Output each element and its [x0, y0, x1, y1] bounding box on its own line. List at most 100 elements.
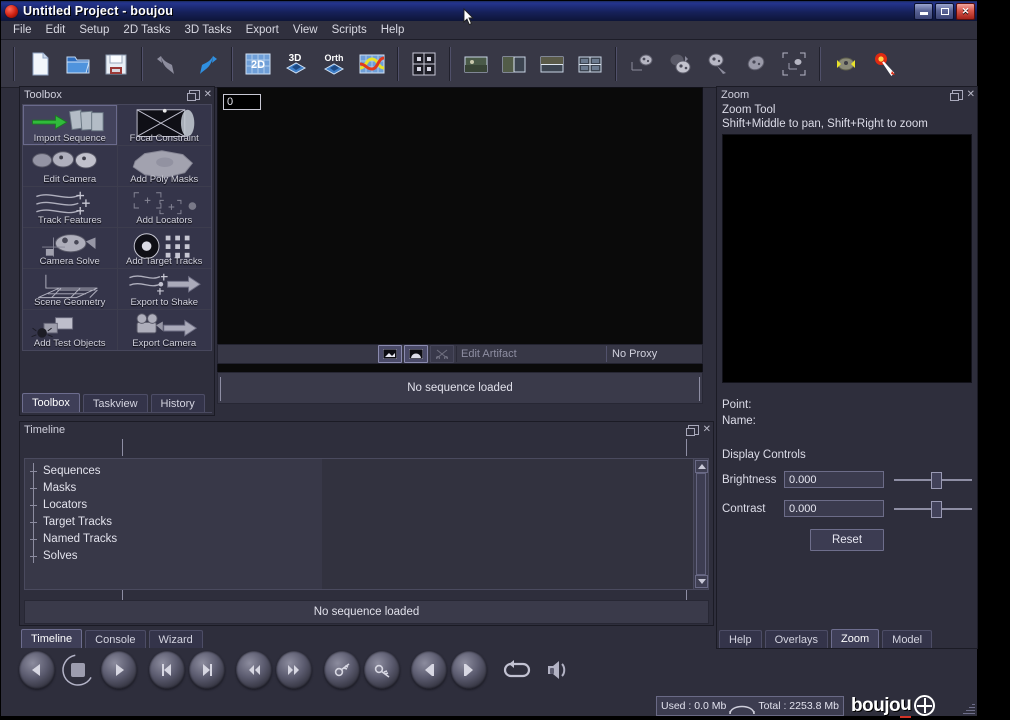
toolbox-cell-export-camera[interactable]: Export Camera — [117, 310, 211, 350]
float-panel-icon[interactable] — [685, 424, 699, 436]
menu-2d-tasks[interactable]: 2D Tasks — [116, 23, 177, 37]
timeline-ruler[interactable] — [24, 438, 709, 458]
timeline-node-solves[interactable]: Solves — [29, 548, 322, 565]
timeline-tree[interactable]: Sequences Masks Locators Target Tracks N… — [25, 459, 322, 589]
tab-history[interactable]: History — [150, 394, 205, 412]
redo-icon[interactable] — [189, 46, 223, 82]
view-3d-icon[interactable]: 3D — [279, 46, 313, 82]
toolbox-cell-track-features[interactable]: Track Features — [23, 187, 117, 227]
grid-layout-icon[interactable] — [407, 46, 441, 82]
next-key-button[interactable] — [363, 651, 400, 689]
contrast-input[interactable]: 0.000 — [784, 500, 884, 517]
timeline-node-target-tracks[interactable]: Target Tracks — [29, 514, 322, 531]
tab-toolbox[interactable]: Toolbox — [22, 393, 80, 412]
jump-start-button[interactable] — [236, 651, 273, 689]
tab-model[interactable]: Model — [882, 630, 933, 648]
save-floppy-icon[interactable] — [99, 46, 133, 82]
next-marker-button[interactable] — [451, 651, 488, 689]
step-back-button[interactable] — [148, 651, 185, 689]
toolbox-cell-import-sequence[interactable]: Import Sequence — [23, 105, 117, 145]
toolbox-cell-edit-camera[interactable]: Edit Camera — [23, 146, 117, 186]
scrollbar-thumb[interactable] — [696, 473, 706, 575]
artifact-cut-icon[interactable] — [430, 345, 454, 363]
menu-edit[interactable]: Edit — [39, 23, 73, 37]
edit-artifact-field[interactable]: Edit Artifact — [456, 346, 606, 362]
view-orth-icon[interactable]: Orth — [317, 46, 351, 82]
close-button[interactable]: ✕ — [956, 2, 975, 20]
toolbox-cell-camera-solve[interactable]: Camera Solve — [23, 228, 117, 268]
proxy-selector[interactable]: No Proxy — [606, 346, 702, 362]
menu-scripts[interactable]: Scripts — [325, 23, 374, 37]
close-panel-icon[interactable]: ✕ — [703, 424, 711, 435]
resize-grip[interactable] — [963, 702, 975, 714]
menu-3d-tasks[interactable]: 3D Tasks — [178, 23, 239, 37]
track-camera-icon[interactable] — [829, 46, 863, 82]
brightness-slider[interactable] — [894, 471, 972, 489]
menu-help[interactable]: Help — [374, 23, 412, 37]
tab-help[interactable]: Help — [719, 630, 762, 648]
camera-solve-icon[interactable] — [625, 46, 659, 82]
toolbox-cell-add-target-tracks[interactable]: Add Target Tracks — [117, 228, 211, 268]
timeline-node-masks[interactable]: Masks — [29, 480, 322, 497]
frame-number-field[interactable]: 0 — [223, 94, 261, 110]
reset-button[interactable]: Reset — [810, 529, 884, 551]
new-file-icon[interactable] — [23, 46, 57, 82]
multi-camera-icon[interactable] — [663, 46, 697, 82]
loop-toggle-button[interactable] — [499, 651, 535, 689]
close-panel-icon[interactable]: ✕ — [967, 89, 975, 100]
pick-point-icon[interactable] — [867, 46, 901, 82]
undo-icon[interactable] — [151, 46, 185, 82]
view-2d-icon[interactable]: 2D — [241, 46, 275, 82]
scroll-up-arrow-icon[interactable] — [695, 460, 708, 473]
graph-view-icon[interactable] — [355, 46, 389, 82]
minimize-button[interactable] — [914, 2, 933, 20]
slider-knob[interactable] — [931, 501, 943, 518]
audio-toggle-button[interactable] — [539, 651, 575, 689]
jump-end-button[interactable] — [276, 651, 313, 689]
play-forward-button[interactable] — [101, 651, 138, 689]
tab-timeline[interactable]: Timeline — [21, 629, 83, 648]
close-panel-icon[interactable]: ✕ — [204, 89, 212, 100]
camera-frame-icon[interactable] — [777, 46, 811, 82]
timeline-vertical-scrollbar[interactable] — [693, 459, 708, 589]
prev-key-button[interactable] — [323, 651, 360, 689]
timeline-node-sequences[interactable]: Sequences — [29, 463, 322, 480]
float-panel-icon[interactable] — [186, 89, 200, 101]
image-toggle-icon[interactable] — [378, 345, 402, 363]
toolbox-cell-scene-geometry[interactable]: Scene Geometry — [23, 269, 117, 309]
camera-move-icon[interactable] — [701, 46, 735, 82]
tab-console[interactable]: Console — [85, 630, 146, 648]
timeline-node-locators[interactable]: Locators — [29, 497, 322, 514]
stop-button[interactable] — [59, 651, 97, 689]
layout-single-icon[interactable] — [459, 46, 493, 82]
toolbox-cell-export-to-shake[interactable]: Export to Shake — [117, 269, 211, 309]
toolbox-cell-add-locators[interactable]: Add Locators — [117, 187, 211, 227]
play-reverse-button[interactable] — [19, 651, 56, 689]
tab-taskview[interactable]: Taskview — [82, 394, 148, 412]
toolbox-cell-add-poly-masks[interactable]: Add Poly Masks — [117, 146, 211, 186]
slider-knob[interactable] — [931, 472, 943, 489]
zoom-preview-canvas[interactable] — [722, 134, 972, 383]
timeline-track-area[interactable] — [322, 459, 693, 589]
scroll-down-arrow-icon[interactable] — [695, 575, 708, 588]
camera-orbit-icon[interactable] — [739, 46, 773, 82]
layout-quad-icon[interactable] — [573, 46, 607, 82]
float-panel-icon[interactable] — [949, 89, 963, 101]
menu-view[interactable]: View — [286, 23, 325, 37]
tab-overlays[interactable]: Overlays — [764, 630, 829, 648]
layout-two-horizontal-icon[interactable] — [535, 46, 569, 82]
layout-two-vertical-icon[interactable] — [497, 46, 531, 82]
prev-marker-button[interactable] — [411, 651, 448, 689]
menu-file[interactable]: File — [6, 23, 39, 37]
tab-wizard[interactable]: Wizard — [148, 630, 203, 648]
tab-zoom[interactable]: Zoom — [831, 629, 880, 648]
contrast-slider[interactable] — [894, 500, 972, 518]
brightness-input[interactable]: 0.000 — [784, 471, 884, 488]
timeline-node-named-tracks[interactable]: Named Tracks — [29, 531, 322, 548]
toolbox-cell-focal-constraint[interactable]: Focal Constraint — [117, 105, 211, 145]
maximize-button[interactable] — [935, 2, 954, 20]
step-forward-button[interactable] — [188, 651, 225, 689]
menu-setup[interactable]: Setup — [72, 23, 116, 37]
toolbox-cell-add-test-objects[interactable]: Add Test Objects — [23, 310, 117, 350]
open-folder-icon[interactable] — [61, 46, 95, 82]
